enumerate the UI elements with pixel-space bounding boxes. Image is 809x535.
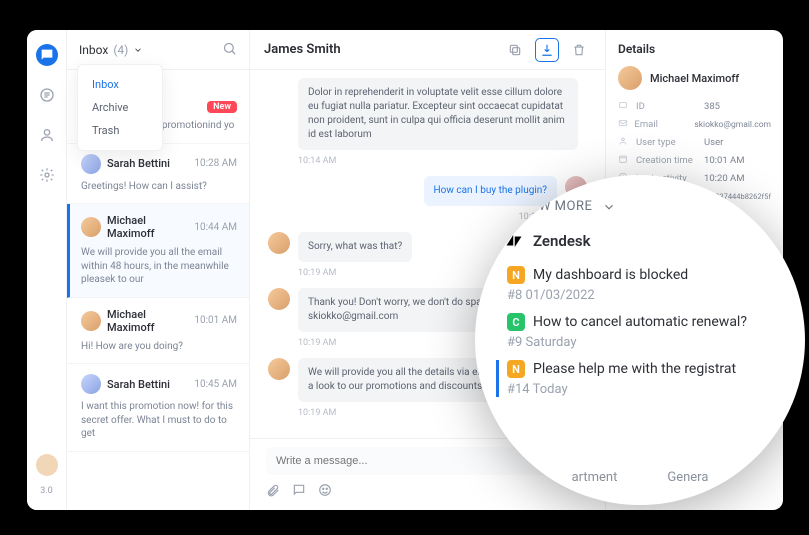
list-item[interactable]: Michael Maximoff 10:44 AM We will provid… xyxy=(67,204,249,298)
item-time: 10:44 AM xyxy=(194,222,237,233)
details-title: Details xyxy=(618,42,771,56)
dropdown-item-inbox[interactable]: Inbox xyxy=(78,73,162,96)
avatar xyxy=(81,374,101,394)
zendesk-ticket[interactable]: N My dashboard is blocked #8 01/03/2022 xyxy=(505,266,805,303)
ticket-title: My dashboard is blocked xyxy=(533,267,688,283)
folder-count: (4) xyxy=(113,43,128,57)
avatar xyxy=(81,154,101,174)
item-name: Sarah Bettini xyxy=(107,157,188,170)
dropdown-item-archive[interactable]: Archive xyxy=(78,96,162,119)
item-time: 10:28 AM xyxy=(194,158,237,169)
search-icon[interactable] xyxy=(222,41,237,59)
folder-dropdown: Inbox Archive Trash xyxy=(77,64,163,151)
calendar-icon xyxy=(618,154,630,167)
item-preview: We will provide you all the email within… xyxy=(81,246,237,287)
zoom-footer-left: artment xyxy=(572,470,618,485)
field-value: 385 xyxy=(704,101,720,112)
side-nav: 3.0 xyxy=(27,30,67,510)
inbox-panel: Inbox (4) Inbox Archive Trash sa Satta N… xyxy=(67,30,250,510)
message-time: 10:14 AM xyxy=(298,156,587,166)
trash-icon[interactable] xyxy=(567,38,591,62)
field-value: User xyxy=(704,137,723,148)
ticket-title: Please help me with the registrat xyxy=(533,361,736,377)
item-preview: Hi! How are you doing? xyxy=(81,340,237,354)
chevron-down-icon xyxy=(602,200,616,214)
field-value: 10:20 AM xyxy=(704,173,745,184)
message-text: Dolor in reprehenderit in voluptate veli… xyxy=(298,78,578,150)
message-text: How can I buy the plugin? xyxy=(424,176,557,206)
copy-icon[interactable] xyxy=(503,38,527,62)
nav-settings-icon[interactable] xyxy=(36,164,58,186)
zendesk-zoom-overlay: EW MORE Zendesk NMy dashboard is blocked… xyxy=(475,175,805,505)
message-time: 10:19 AM xyxy=(268,212,557,222)
zendesk-brand: Zendesk xyxy=(505,232,805,250)
avatar xyxy=(268,358,290,380)
chevron-down-icon xyxy=(133,45,143,55)
field-label: Email xyxy=(634,119,688,130)
folder-dropdown-button[interactable]: Inbox (4) xyxy=(79,43,143,57)
ticket-badge: N xyxy=(507,266,525,284)
nav-bubble-icon[interactable] xyxy=(36,84,58,106)
emoji-icon[interactable] xyxy=(318,483,332,500)
avatar xyxy=(268,232,290,254)
item-name: Michael Maximoff xyxy=(107,214,188,240)
message-text: Sorry, what was that? xyxy=(298,232,412,262)
field-value: 10:01 AM xyxy=(704,155,745,166)
item-time: 10:45 AM xyxy=(194,379,237,390)
zendesk-brand-label: Zendesk xyxy=(533,232,591,250)
zoom-footer-right: Genera xyxy=(667,470,708,485)
zendesk-ticket[interactable]: C How to cancel automatic renewal? #9 Sat… xyxy=(505,313,805,350)
list-item[interactable]: Michael Maximoff 10:01 AM Hi! How are yo… xyxy=(67,298,249,365)
new-badge: New xyxy=(207,101,237,113)
version-label: 3.0 xyxy=(40,486,53,496)
field-value: skiokko@gmail.com xyxy=(694,120,771,130)
folder-label: Inbox xyxy=(79,43,108,57)
ticket-sub: #14 Today xyxy=(507,382,805,397)
user-icon xyxy=(618,136,630,149)
field-label: User type xyxy=(636,137,698,148)
chat-title: James Smith xyxy=(264,42,495,57)
message: How can I buy the plugin? xyxy=(268,176,587,206)
item-time: 10:01 AM xyxy=(194,315,237,326)
item-preview: Greetings! How can I assist? xyxy=(81,180,237,194)
details-user-name: Michael Maximoff xyxy=(650,72,739,85)
avatar xyxy=(81,217,101,237)
ticket-title: How to cancel automatic renewal? xyxy=(533,314,747,330)
download-icon[interactable] xyxy=(535,38,559,62)
ticket-sub: #8 01/03/2022 xyxy=(507,288,805,303)
item-name: Michael Maximoff xyxy=(107,308,188,334)
avatar xyxy=(268,288,290,310)
ticket-sub: #9 Saturday xyxy=(507,335,805,350)
attach-icon[interactable] xyxy=(266,483,280,500)
id-icon xyxy=(618,100,630,113)
dropdown-item-trash[interactable]: Trash xyxy=(78,119,162,142)
zendesk-ticket[interactable]: N Please help me with the registrat #14 T… xyxy=(496,360,805,397)
ticket-badge: C xyxy=(507,313,525,331)
ticket-badge: N xyxy=(507,360,525,378)
mail-icon xyxy=(618,118,628,131)
nav-user-icon[interactable] xyxy=(36,124,58,146)
field-label: ID xyxy=(636,101,698,112)
current-user-avatar[interactable] xyxy=(36,454,58,476)
field-label: Creation time xyxy=(636,155,698,166)
nav-chat-icon[interactable] xyxy=(36,44,58,66)
list-item[interactable]: Sarah Bettini 10:45 AM I want this promo… xyxy=(67,364,249,452)
list-item[interactable]: Sarah Bettini 10:28 AM Greetings! How ca… xyxy=(67,144,249,205)
message: Dolor in reprehenderit in voluptate veli… xyxy=(268,78,587,150)
canned-icon[interactable] xyxy=(292,483,306,500)
item-preview: I want this promotion now! for this secr… xyxy=(81,400,237,441)
avatar xyxy=(81,311,101,331)
avatar xyxy=(618,66,642,90)
item-name: Sarah Bettini xyxy=(107,378,188,391)
